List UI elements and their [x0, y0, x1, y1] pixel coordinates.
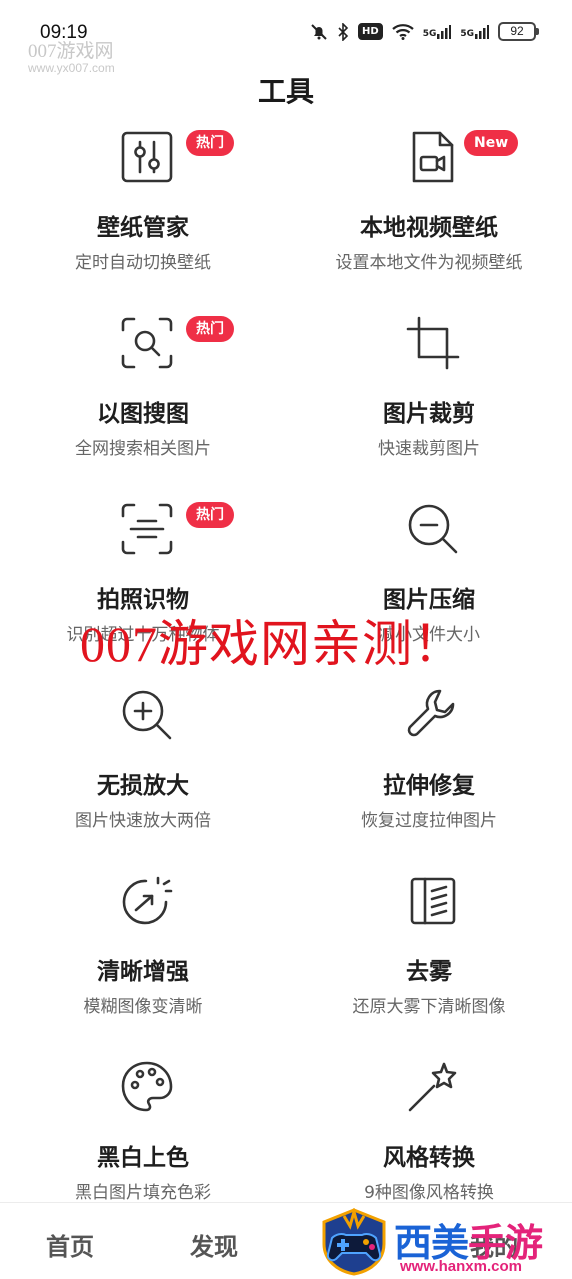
tool-description: 图片快速放大两倍 — [75, 811, 211, 831]
tools-grid: 热门 壁纸管家 定时自动切换壁纸 New 本地视频壁纸 设置本地文件为视频壁纸 … — [0, 122, 572, 1238]
gamepad-logo-icon — [322, 1208, 386, 1276]
signal-2-label: 5G — [460, 28, 474, 39]
tool-local-video-wallpaper[interactable]: New 本地视频壁纸 设置本地文件为视频壁纸 — [286, 122, 572, 308]
watermark-brand: 007游戏网 — [28, 41, 114, 62]
tool-name: 无损放大 — [97, 773, 189, 799]
tool-name: 风格转换 — [383, 1145, 475, 1171]
wifi-icon — [391, 23, 414, 40]
signal-2-icon: 5G — [460, 24, 489, 39]
watermark-en-url: www.hanxm.com — [400, 1258, 522, 1275]
tool-lossless-upscale[interactable]: 无损放大 图片快速放大两倍 — [0, 680, 286, 866]
tool-description: 模糊图像变清晰 — [83, 997, 203, 1017]
status-icons: HD 5G 5G 92 — [310, 22, 539, 41]
tool-image-search[interactable]: 热门 以图搜图 全网搜索相关图片 — [0, 308, 286, 494]
tool-description: 快速裁剪图片 — [378, 439, 480, 459]
tool-name: 清晰增强 — [97, 959, 189, 985]
tool-name: 图片裁剪 — [383, 401, 475, 427]
crop-icon — [404, 314, 462, 372]
scan-icon — [118, 500, 176, 558]
watermark-bottom: 西美手游网 www.hanxm.com — [318, 1206, 572, 1279]
tool-name: 以图搜图 — [97, 401, 189, 427]
tool-stretch-repair[interactable]: 拉伸修复 恢复过度拉伸图片 — [286, 680, 572, 866]
zoom-out-icon — [404, 500, 462, 558]
battery-indicator: 92 — [498, 22, 539, 41]
tool-image-crop[interactable]: 图片裁剪 快速裁剪图片 — [286, 308, 572, 494]
tool-description: 定时自动切换壁纸 — [75, 253, 211, 273]
mute-bell-icon — [311, 23, 327, 40]
bluetooth-icon — [338, 22, 349, 41]
dehaze-icon — [404, 872, 462, 930]
signal-1-label: 5G — [422, 28, 437, 39]
tool-description: 设置本地文件为视频壁纸 — [335, 253, 523, 273]
tool-description: 全网搜索相关图片 — [75, 439, 211, 459]
tool-description: 9种图像风格转换 — [364, 1183, 494, 1203]
zoom-in-icon — [118, 686, 176, 744]
tool-name: 本地视频壁纸 — [360, 215, 498, 241]
tool-description: 还原大雾下清晰图像 — [352, 997, 506, 1017]
tool-description: 黑白图片填充色彩 — [75, 1183, 211, 1203]
video-file-icon — [404, 128, 462, 186]
nav-home[interactable]: 首页 — [46, 1227, 94, 1262]
hd-voice-icon: HD — [358, 23, 383, 40]
signal-1-icon: 5G — [422, 24, 452, 39]
tool-description: 恢复过度拉伸图片 — [361, 811, 497, 831]
tool-name: 拉伸修复 — [383, 773, 475, 799]
tool-wallpaper-manager[interactable]: 热门 壁纸管家 定时自动切换壁纸 — [0, 122, 286, 308]
wrench-icon — [404, 686, 462, 744]
page-title: 工具 — [257, 75, 314, 108]
tool-dehaze[interactable]: 去雾 还原大雾下清晰图像 — [286, 866, 572, 1052]
palette-icon — [118, 1058, 176, 1116]
image-search-icon — [118, 314, 176, 372]
tool-name: 黑白上色 — [97, 1145, 189, 1171]
sliders-icon — [118, 128, 176, 186]
watermark-overlay: 007游戏网亲测！ — [80, 616, 464, 672]
hot-badge: 热门 — [186, 130, 234, 156]
tool-clarity-enhance[interactable]: 清晰增强 模糊图像变清晰 — [0, 866, 286, 1052]
hot-badge: 热门 — [186, 316, 234, 342]
tool-name: 壁纸管家 — [97, 215, 189, 241]
magic-wand-icon — [404, 1058, 462, 1116]
tool-name: 去雾 — [406, 959, 452, 985]
nav-discover[interactable]: 发现 — [190, 1227, 238, 1262]
hot-badge: 热门 — [186, 502, 234, 528]
new-badge: New — [464, 130, 519, 156]
enhance-icon — [118, 872, 176, 930]
